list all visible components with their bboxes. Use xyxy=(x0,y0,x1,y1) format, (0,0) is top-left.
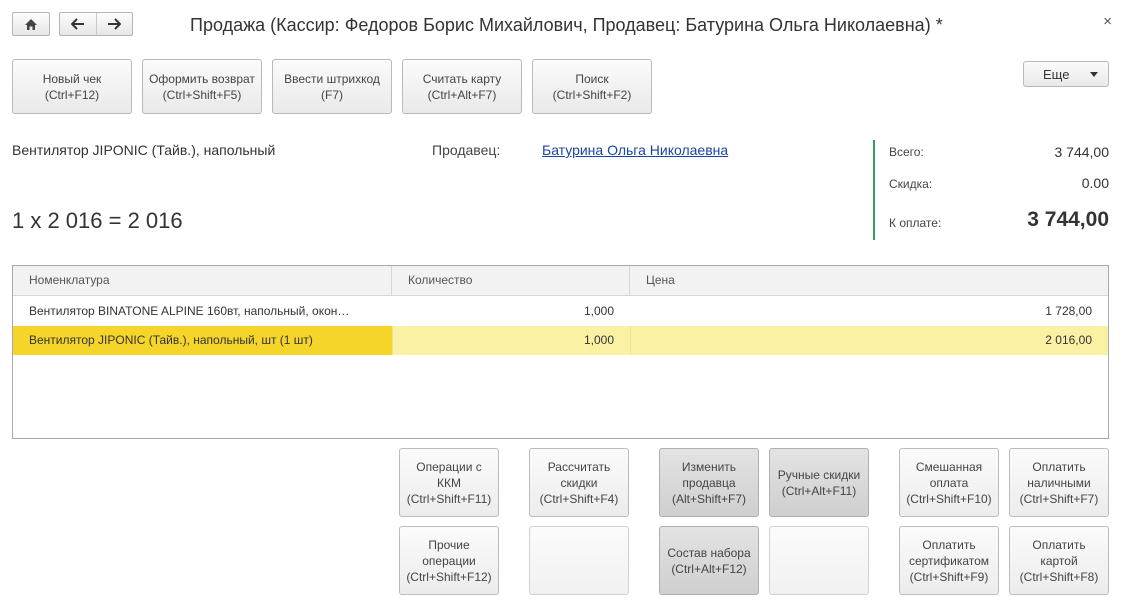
to-pay-value: 3 744,00 xyxy=(1027,208,1109,231)
pay-cash-button[interactable]: Оплатить наличными (Ctrl+Shift+F7) xyxy=(1009,448,1109,517)
total-label: Всего: xyxy=(889,145,924,159)
button-shortcut: (Ctrl+Shift+F2) xyxy=(552,87,632,102)
return-button[interactable]: Оформить возврат (Ctrl+Shift+F5) xyxy=(142,59,262,114)
kit-contents-button[interactable]: Состав набора (Ctrl+Alt+F12) xyxy=(659,526,759,595)
button-shortcut: (Ctrl+Alt+F7) xyxy=(427,87,497,102)
button-label: Ручные скидки xyxy=(777,467,861,482)
button-label: наличными xyxy=(1027,475,1091,490)
button-label: Ввести штрихкод xyxy=(284,71,380,86)
home-button[interactable] xyxy=(12,12,50,36)
button-label: Рассчитать xyxy=(547,459,611,474)
button-label: скидки xyxy=(560,475,598,490)
button-label: картой xyxy=(1040,553,1078,568)
items-table[interactable]: Номенклатура Количество Цена Вентилятор … xyxy=(12,265,1109,439)
button-label: Оплатить xyxy=(1032,459,1086,474)
button-shortcut: (Ctrl+Shift+F12) xyxy=(406,569,492,584)
arrow-right-icon xyxy=(108,18,122,30)
discount-label: Скидка: xyxy=(889,177,933,191)
button-label: Изменить xyxy=(681,459,737,474)
chevron-down-icon xyxy=(1090,72,1098,77)
button-shortcut: (Ctrl+Alt+F11) xyxy=(781,483,857,498)
empty-button-slot[interactable] xyxy=(529,526,629,595)
button-shortcut: (Ctrl+Shift+F8) xyxy=(1019,569,1099,584)
button-label: операции xyxy=(422,553,476,568)
button-label: Оплатить xyxy=(1032,537,1086,552)
cell-quantity: 1,000 xyxy=(392,326,630,355)
other-operations-button[interactable]: Прочие операции (Ctrl+Shift+F12) xyxy=(399,526,499,595)
window-title: Продажа (Кассир: Федоров Борис Михайлови… xyxy=(190,15,943,35)
button-label: Смешанная xyxy=(915,459,983,474)
change-seller-button[interactable]: Изменить продавца (Alt+Shift+F7) xyxy=(659,448,759,517)
manual-discounts-button[interactable]: Ручные скидки (Ctrl+Alt+F11) xyxy=(769,448,869,517)
cell-price: 1 728,00 xyxy=(1045,304,1092,318)
line-calculation: 1 x 2 016 = 2 016 xyxy=(12,208,183,233)
button-label: Новый чек xyxy=(42,71,102,86)
button-shortcut: (Ctrl+Shift+F7) xyxy=(1019,491,1099,506)
cell-item: Вентилятор JIPONIC (Тайв.), напольный, ш… xyxy=(13,326,392,355)
to-pay-label: К оплате: xyxy=(889,216,942,230)
button-label: Считать карту xyxy=(422,71,502,86)
button-shortcut: (Ctrl+Shift+F10) xyxy=(906,491,992,506)
column-header-quantity[interactable]: Количество xyxy=(392,266,630,295)
total-value: 3 744,00 xyxy=(1054,144,1110,160)
pay-certificate-button[interactable]: Оплатить сертификатом (Ctrl+Shift+F9) xyxy=(899,526,999,595)
button-label: Поиск xyxy=(575,71,609,86)
column-header-price[interactable]: Цена xyxy=(630,266,1108,295)
button-label: Оформить возврат xyxy=(149,71,255,86)
pay-card-button[interactable]: Оплатить картой (Ctrl+Shift+F8) xyxy=(1009,526,1109,595)
button-shortcut: (Ctrl+Alt+F12) xyxy=(671,561,747,576)
button-label: Состав набора xyxy=(667,545,751,560)
cell-quantity: 1,000 xyxy=(583,304,614,318)
search-button[interactable]: Поиск (Ctrl+Shift+F2) xyxy=(532,59,652,114)
totals-accent-bar xyxy=(873,140,875,240)
arrow-left-icon xyxy=(70,18,84,30)
more-label: Еще xyxy=(1043,67,1070,82)
button-label: ККМ xyxy=(437,475,461,490)
discount-value: 0.00 xyxy=(1081,175,1109,191)
table-row[interactable]: Вентилятор BINATONE ALPINE 160вт, наполь… xyxy=(13,297,1108,326)
current-item-name: Вентилятор JIPONIC (Тайв.), напольный xyxy=(12,142,276,158)
seller-link[interactable]: Батурина Ольга Николаевна xyxy=(542,142,728,158)
table-header: Номенклатура Количество Цена xyxy=(13,266,1108,296)
button-shortcut: (Ctrl+F12) xyxy=(44,87,100,102)
button-shortcut: (Ctrl+Shift+F4) xyxy=(539,491,619,506)
button-label: Прочие xyxy=(428,537,470,552)
close-icon[interactable]: × xyxy=(1103,13,1112,30)
seller-label: Продавец: xyxy=(432,142,501,158)
empty-button-slot[interactable] xyxy=(769,526,869,595)
button-label: Оплатить xyxy=(922,537,976,552)
mixed-payment-button[interactable]: Смешанная оплата (Ctrl+Shift+F10) xyxy=(899,448,999,517)
back-button[interactable] xyxy=(60,13,96,35)
button-shortcut: (Ctrl+Shift+F9) xyxy=(909,569,989,584)
column-header-item[interactable]: Номенклатура xyxy=(13,266,392,295)
button-label: сертификатом xyxy=(908,553,990,568)
recalculate-discounts-button[interactable]: Рассчитать скидки (Ctrl+Shift+F4) xyxy=(529,448,629,517)
cell-item: Вентилятор BINATONE ALPINE 160вт, наполь… xyxy=(29,304,350,318)
home-icon xyxy=(25,18,37,30)
more-menu-button[interactable]: Еще xyxy=(1023,61,1109,87)
enter-barcode-button[interactable]: Ввести штрихкод (F7) xyxy=(272,59,392,114)
table-row-selected[interactable]: Вентилятор JIPONIC (Тайв.), напольный, ш… xyxy=(13,326,1108,355)
button-shortcut: (Ctrl+Shift+F5) xyxy=(162,87,242,102)
button-label: продавца xyxy=(682,475,736,490)
cell-price: 2 016,00 xyxy=(630,326,1108,355)
button-label: оплата xyxy=(929,475,969,490)
new-receipt-button[interactable]: Новый чек (Ctrl+F12) xyxy=(12,59,132,114)
read-card-button[interactable]: Считать карту (Ctrl+Alt+F7) xyxy=(402,59,522,114)
button-label: Операции с xyxy=(416,459,482,474)
forward-button[interactable] xyxy=(95,13,133,35)
kkm-operations-button[interactable]: Операции с ККМ (Ctrl+Shift+F11) xyxy=(399,448,499,517)
button-shortcut: (F7) xyxy=(321,87,343,102)
history-navigation xyxy=(59,12,133,36)
button-shortcut: (Alt+Shift+F7) xyxy=(671,491,747,506)
button-shortcut: (Ctrl+Shift+F11) xyxy=(406,491,492,506)
